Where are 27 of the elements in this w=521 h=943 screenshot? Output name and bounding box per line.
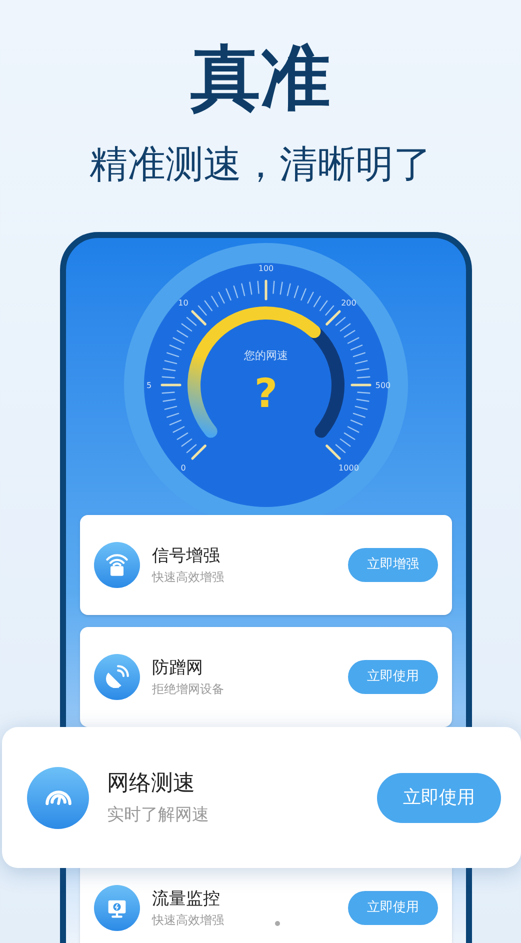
scale-label: 500: [375, 381, 391, 390]
feature-subtitle: 快速高效增强: [152, 569, 224, 586]
scale-label: 1000: [338, 464, 359, 473]
headline-subtitle: 精准测速，清晰明了: [90, 141, 432, 188]
scale-label: 0: [180, 464, 186, 473]
feature-subtitle: 实时了解网速: [107, 804, 209, 826]
gauge-label: 您的网速: [244, 349, 288, 362]
page-indicator: [275, 921, 280, 926]
scale-label: 100: [258, 264, 274, 273]
speed-value: ?: [254, 371, 278, 417]
feature-title: 网络测速: [107, 770, 195, 798]
action-button[interactable]: 立即增强: [348, 548, 438, 582]
action-button[interactable]: 立即使用: [348, 660, 438, 694]
wifi-lock-icon: [104, 552, 130, 578]
feature-subtitle: 拒绝增网设备: [152, 681, 224, 698]
headline-title: 真准: [190, 38, 330, 118]
feature-title: 信号增强: [152, 545, 220, 568]
scale-label: 200: [341, 298, 356, 308]
feature-subtitle: 快速高效增强: [152, 912, 224, 929]
feature-title: 流量监控: [152, 888, 220, 911]
scale-label: 10: [178, 298, 188, 308]
feature-title: 防蹭网: [152, 657, 203, 680]
scale-label: 5: [146, 381, 152, 390]
satellite-dish-icon: [104, 664, 130, 690]
speedometer-icon: [44, 789, 72, 806]
action-button[interactable]: 立即使用: [348, 891, 438, 925]
action-button[interactable]: 立即使用: [377, 772, 501, 822]
